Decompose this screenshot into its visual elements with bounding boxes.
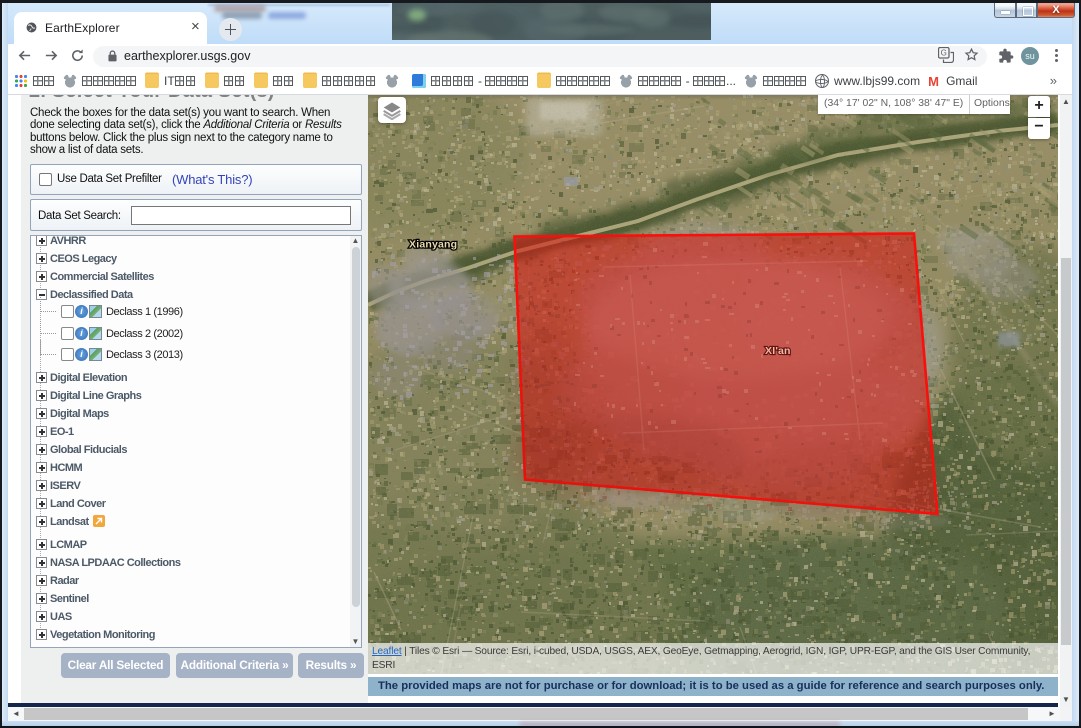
svg-text:XI'an: XI'an — [765, 345, 791, 357]
svg-text:Xianyang: Xianyang — [409, 239, 457, 251]
svg-text:G: G — [941, 49, 947, 58]
